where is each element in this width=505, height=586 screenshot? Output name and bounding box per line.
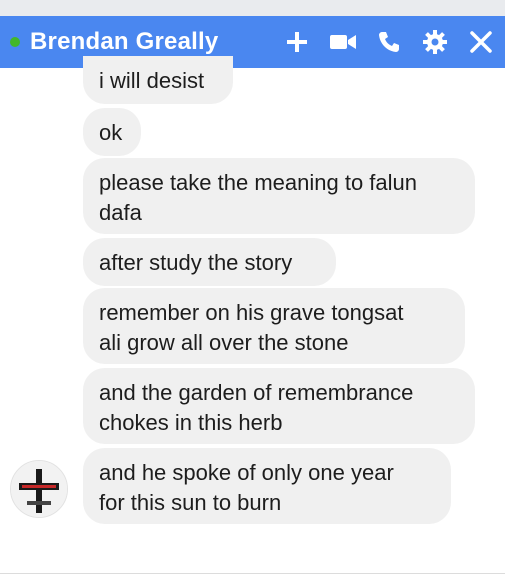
add-icon[interactable] <box>283 28 311 56</box>
chat-header: Brendan Greally <box>0 16 505 68</box>
divider <box>0 573 505 574</box>
video-call-icon[interactable] <box>329 28 357 56</box>
contact-name[interactable]: Brendan Greally <box>30 28 283 56</box>
message-bubble[interactable]: please take the meaning to falun dafa <box>83 158 475 234</box>
message-bubble[interactable]: remember on his grave tongsat ali grow a… <box>83 288 465 364</box>
message-bubble[interactable]: i will desist <box>83 56 233 104</box>
phone-icon[interactable] <box>375 28 403 56</box>
avatar[interactable] <box>10 460 68 518</box>
header-actions <box>283 28 495 56</box>
message-bubble[interactable]: after study the story <box>83 238 336 286</box>
browser-top-strip <box>0 0 505 17</box>
settings-icon[interactable] <box>421 28 449 56</box>
message-bubble[interactable]: ok <box>83 108 141 156</box>
message-bubble[interactable]: and the garden of remembrance chokes in … <box>83 368 475 444</box>
close-icon[interactable] <box>467 28 495 56</box>
message-bubble[interactable]: and he spoke of only one year for this s… <box>83 448 451 524</box>
online-status-icon <box>10 37 20 47</box>
message-list[interactable]: i will desist ok please take the meaning… <box>0 56 505 572</box>
